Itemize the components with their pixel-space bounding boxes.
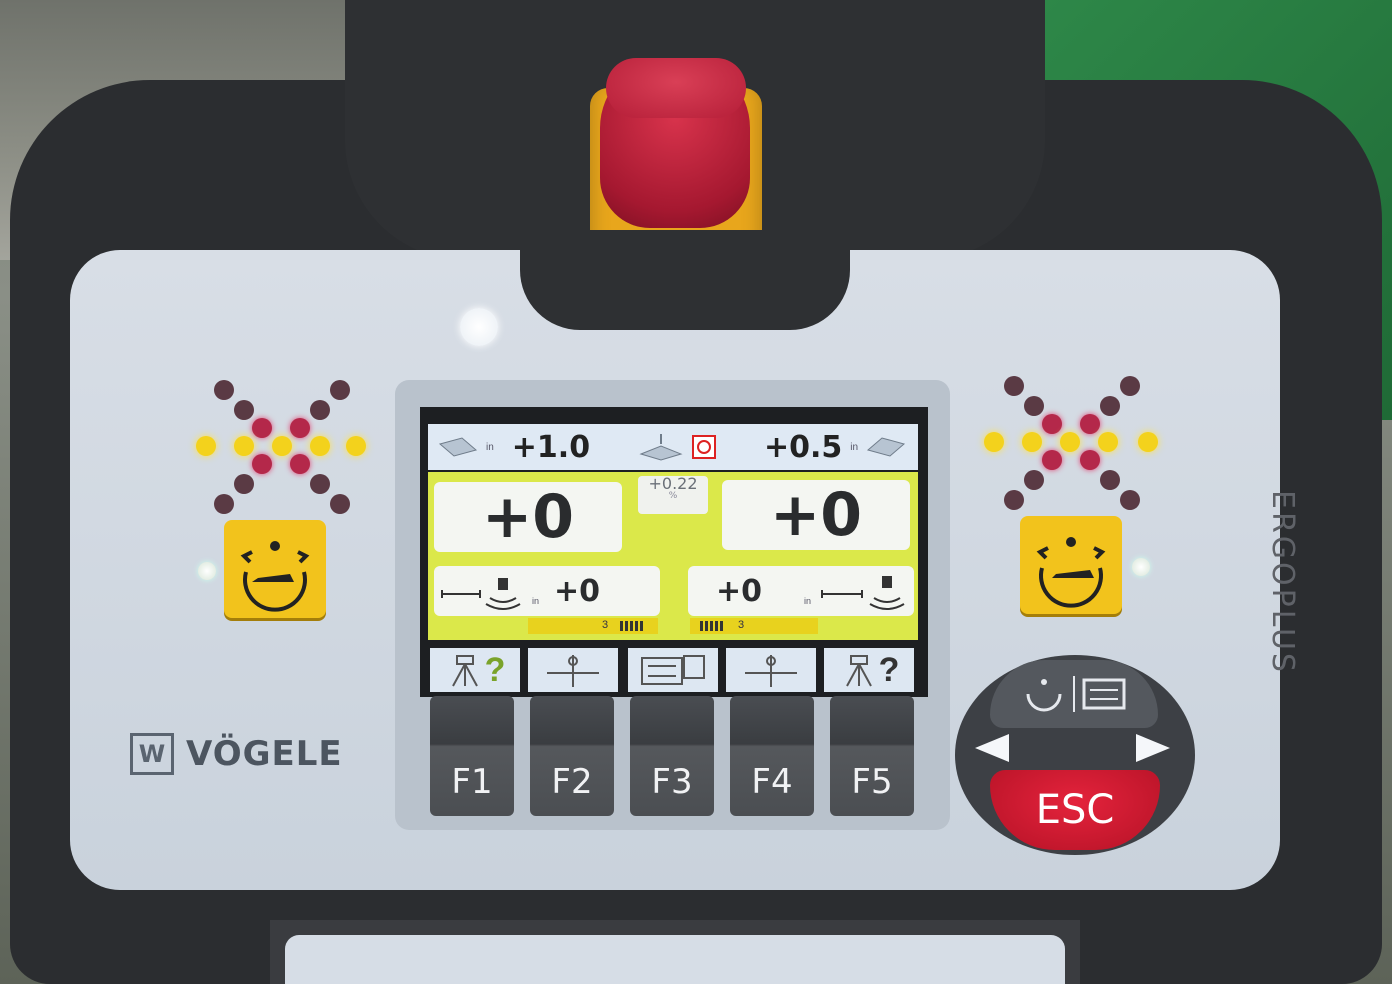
sensor-axis-icon <box>745 655 797 687</box>
left-arrow-button[interactable] <box>975 734 1009 762</box>
f1-question-mark: ? <box>484 650 506 689</box>
face-plate-notch <box>520 230 850 330</box>
f4-button[interactable]: F4 <box>730 696 814 816</box>
right-slope-unit: in <box>850 441 859 453</box>
right-sensor-value: +0 <box>716 574 763 609</box>
tripod-question-icon <box>845 655 872 687</box>
auto-settings-icon <box>1026 676 1126 712</box>
right-arrow-button[interactable] <box>1136 734 1170 762</box>
left-signal-strength <box>620 621 644 631</box>
right-auto-button[interactable] <box>1020 516 1122 614</box>
left-sensor-value: +0 <box>554 574 601 609</box>
right-sensor-signal-bar: 3 <box>690 618 818 634</box>
product-name: ERGOPLUS <box>1265 490 1300 675</box>
screed-crown-icon <box>639 434 683 461</box>
left-auto-button[interactable] <box>224 520 326 618</box>
right-sensor-box: +0 in <box>688 566 914 616</box>
left-slope-value: +1.0 <box>511 429 591 465</box>
f2-button[interactable]: F2 <box>530 696 614 816</box>
status-led <box>460 308 498 346</box>
f5-question-mark: ? <box>878 650 900 689</box>
screed-auto-icon <box>1036 537 1106 608</box>
right-indicator-led <box>1132 558 1150 576</box>
right-sonic-sensor-icon <box>821 576 905 610</box>
crown-percent-unit: % <box>668 491 678 501</box>
crown-percent-box: +0.22 % <box>638 476 708 514</box>
menu-toggle-button[interactable] <box>990 660 1158 728</box>
f5-screen-label: ? <box>824 648 914 692</box>
left-sensor-box: in +0 <box>434 566 660 616</box>
left-bar-label: 3 <box>602 619 609 631</box>
lower-display <box>285 935 1065 984</box>
screen-top-bar: in +1.0 +0.5 in <box>428 424 918 470</box>
right-sensor-unit: in <box>804 596 812 606</box>
left-sensor-signal-bar: 3 <box>528 618 658 634</box>
right-slope-value: +0.5 <box>764 429 843 465</box>
f2-screen-label <box>528 648 618 692</box>
left-indicator-led <box>198 562 216 580</box>
right-height-value: +0 <box>722 480 910 550</box>
right-bar-label: 3 <box>738 619 745 631</box>
left-slope-unit: in <box>486 441 494 453</box>
left-height-value: +0 <box>434 482 622 552</box>
f1-screen-label: ? <box>430 648 520 692</box>
left-sonic-sensor-icon <box>441 578 521 610</box>
f1-button[interactable]: F1 <box>430 696 514 816</box>
tripod-question-icon <box>451 655 478 687</box>
right-screed-slope-icon <box>867 437 906 457</box>
f3-screen-label <box>628 648 718 692</box>
record-icon <box>692 435 716 459</box>
brand-logo: W VÖGELE <box>130 733 343 775</box>
emergency-stop-cap <box>606 58 746 118</box>
settings-sliders-icon <box>641 655 705 685</box>
f3-button[interactable]: F3 <box>630 696 714 816</box>
right-signal-strength <box>700 621 724 631</box>
brand-name: VÖGELE <box>186 734 343 774</box>
screed-auto-icon <box>240 541 310 612</box>
function-key-labels: ? ? <box>428 648 918 692</box>
left-sensor-unit: in <box>532 596 540 606</box>
left-screed-slope-icon <box>438 437 478 457</box>
sensor-axis-icon <box>547 655 599 687</box>
f5-button[interactable]: F5 <box>830 696 914 816</box>
f4-screen-label <box>726 648 816 692</box>
brand-logo-mark: W <box>130 733 174 775</box>
